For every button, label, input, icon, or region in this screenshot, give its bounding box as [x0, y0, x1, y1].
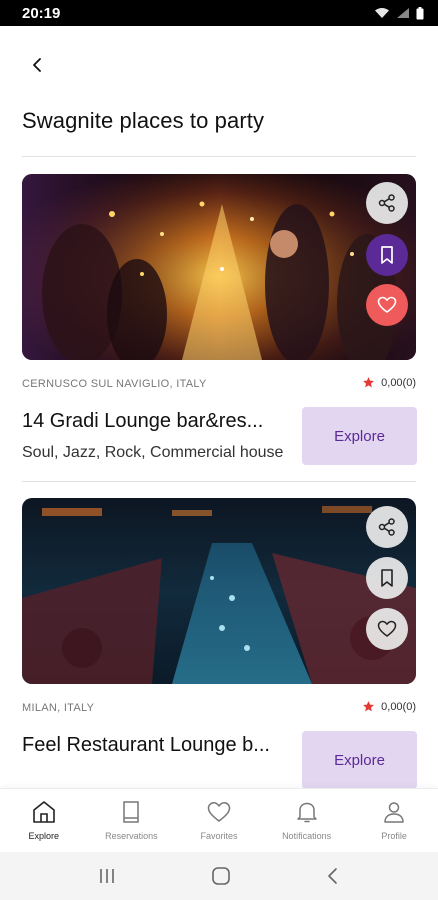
system-nav-bar — [0, 852, 438, 900]
share-button[interactable] — [366, 506, 408, 548]
bookmark-button[interactable] — [366, 234, 408, 276]
home-button-icon[interactable] — [211, 866, 231, 886]
back-nav-icon[interactable] — [325, 867, 341, 885]
favorite-button[interactable] — [366, 284, 408, 326]
page-title: Swagnite places to party — [22, 108, 265, 133]
nav-item-reservations[interactable]: Reservations — [88, 789, 176, 852]
recents-icon[interactable] — [97, 867, 117, 885]
heart-icon — [377, 620, 397, 637]
nav-label: Reservations — [105, 831, 158, 841]
party-photo — [22, 174, 416, 360]
rating-value: 0,00(0) — [381, 376, 416, 389]
explore-button[interactable]: Explore — [302, 731, 417, 789]
signal-icon — [397, 8, 409, 18]
bottom-nav: Explore Reservations Favorites Notificat… — [0, 788, 438, 852]
favorite-button[interactable] — [366, 608, 408, 650]
nav-item-profile[interactable]: Profile — [350, 789, 438, 852]
venue-rating: 0,00(0) — [362, 376, 416, 389]
venue-image[interactable] — [22, 498, 416, 684]
bell-icon — [296, 802, 317, 823]
venue-rating: 0,00(0) — [362, 700, 416, 713]
bookmark-button[interactable] — [366, 557, 408, 599]
explore-button[interactable]: Explore — [302, 407, 417, 465]
nav-label: Profile — [381, 831, 407, 841]
person-icon — [384, 802, 404, 823]
share-button[interactable] — [366, 182, 408, 224]
venue-location: MILAN, ITALY — [22, 702, 95, 714]
nav-label: Notifications — [282, 831, 332, 841]
nav-label: Favorites — [200, 831, 238, 841]
home-icon — [32, 801, 55, 823]
nav-label: Explore — [28, 831, 60, 841]
bookmark-icon — [381, 246, 393, 264]
heart-icon — [207, 802, 231, 822]
divider — [22, 481, 416, 482]
status-icons — [374, 6, 424, 20]
venue-image[interactable] — [22, 174, 416, 360]
wifi-icon — [375, 8, 389, 18]
book-icon — [123, 801, 140, 823]
divider — [22, 156, 416, 157]
battery-icon — [416, 6, 424, 19]
heart-icon — [377, 296, 397, 313]
status-bar: 20:19 — [0, 0, 438, 26]
nav-item-notifications[interactable]: Notifications — [263, 789, 351, 852]
star-icon — [363, 701, 375, 712]
venue-name[interactable]: Feel Restaurant Lounge b... — [22, 734, 300, 757]
venue-location: CERNUSCO SUL NAVIGLIO, ITALY — [22, 378, 207, 390]
chevron-left-icon — [33, 58, 41, 72]
rating-value: 0,00(0) — [381, 700, 416, 713]
restaurant-photo — [22, 498, 416, 684]
share-icon — [378, 518, 395, 536]
nav-item-explore[interactable]: Explore — [0, 789, 88, 852]
venue-name[interactable]: 14 Gradi Lounge bar&res... — [22, 410, 300, 433]
star-icon — [363, 377, 375, 388]
status-time: 20:19 — [22, 4, 61, 22]
share-icon — [378, 194, 395, 212]
back-button[interactable] — [22, 50, 52, 80]
nav-item-favorites[interactable]: Favorites — [175, 789, 263, 852]
venue-tags: Soul, Jazz, Rock, Commercial house — [22, 444, 284, 461]
bookmark-icon — [381, 569, 393, 587]
